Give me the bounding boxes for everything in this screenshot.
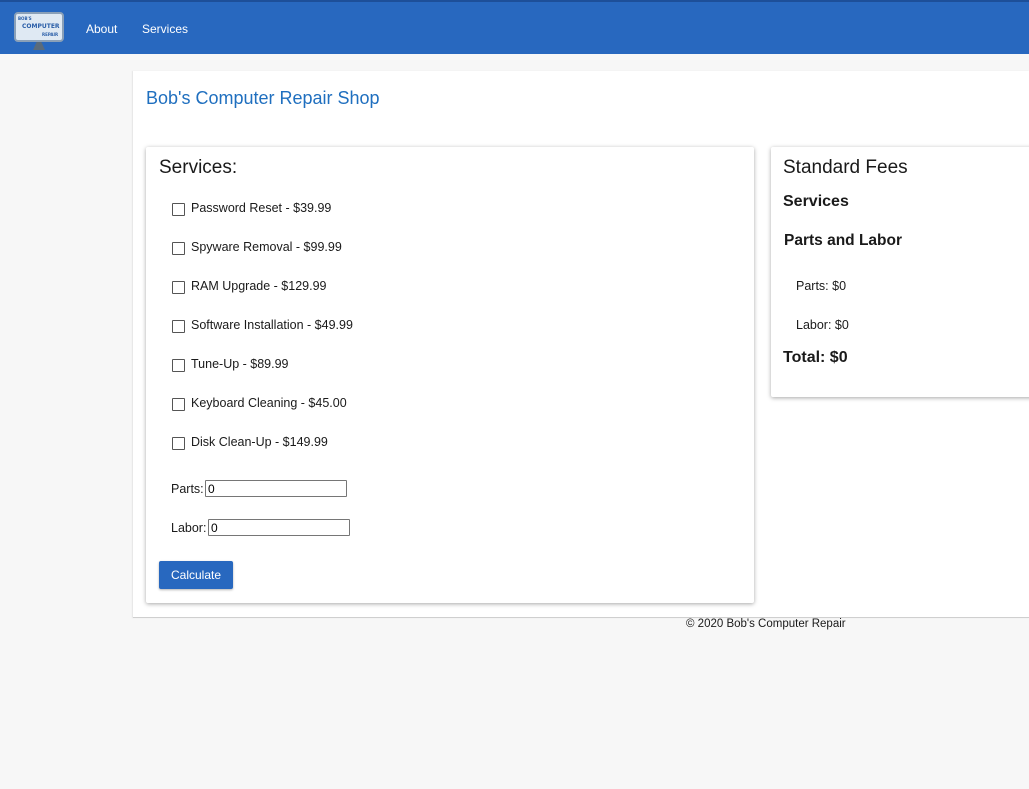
fees-labor-value: Labor: $0: [796, 318, 849, 332]
logo-text-line3: REPAIR: [42, 32, 59, 37]
footer-copyright: © 2020 Bob's Computer Repair: [686, 618, 846, 630]
checkbox[interactable]: [172, 203, 185, 216]
standard-fees-heading: Standard Fees: [783, 157, 908, 178]
services-heading: Services:: [159, 157, 238, 178]
fees-services-heading: Services: [783, 193, 849, 210]
service-label: Tune-Up - $89.99: [191, 357, 289, 371]
nav-link-services[interactable]: Services: [142, 22, 188, 36]
fees-total-value: Total: $0: [783, 349, 848, 366]
service-label: Password Reset - $39.99: [191, 201, 332, 215]
calculate-button[interactable]: Calculate: [159, 561, 233, 589]
checkbox[interactable]: [172, 281, 185, 294]
service-label: Spyware Removal - $99.99: [191, 240, 342, 254]
monitor-stand-icon: [33, 42, 45, 50]
service-label: RAM Upgrade - $129.99: [191, 279, 327, 293]
top-nav-bar: BOB'S COMPUTER REPAIR About Services: [0, 0, 1029, 54]
page-title: Bob's Computer Repair Shop: [146, 88, 380, 108]
labor-input[interactable]: [208, 519, 350, 536]
checkbox[interactable]: [172, 359, 185, 372]
fees-parts-value: Parts: $0: [796, 279, 847, 293]
nav-link-about[interactable]: About: [86, 22, 117, 36]
standard-fees-card: Standard Fees Services Parts and Labor P…: [771, 147, 1029, 397]
service-label: Keyboard Cleaning - $45.00: [191, 396, 347, 410]
labor-label: Labor:: [171, 521, 207, 535]
logo-text-line2: COMPUTER: [22, 23, 60, 30]
service-label: Disk Clean-Up - $149.99: [191, 435, 328, 449]
monitor-icon: BOB'S COMPUTER REPAIR: [14, 12, 64, 42]
services-card: Services: Password Reset - $39.99 Spywar…: [146, 147, 754, 603]
checkbox[interactable]: [172, 320, 185, 333]
logo-text-line1: BOB'S: [18, 16, 32, 21]
checkbox[interactable]: [172, 437, 185, 450]
checkbox[interactable]: [172, 398, 185, 411]
parts-input[interactable]: [205, 480, 347, 497]
logo[interactable]: BOB'S COMPUTER REPAIR: [14, 12, 64, 52]
parts-label: Parts:: [171, 482, 204, 496]
checkbox[interactable]: [172, 242, 185, 255]
service-label: Software Installation - $49.99: [191, 318, 353, 332]
fees-parts-labor-heading: Parts and Labor: [784, 232, 902, 249]
